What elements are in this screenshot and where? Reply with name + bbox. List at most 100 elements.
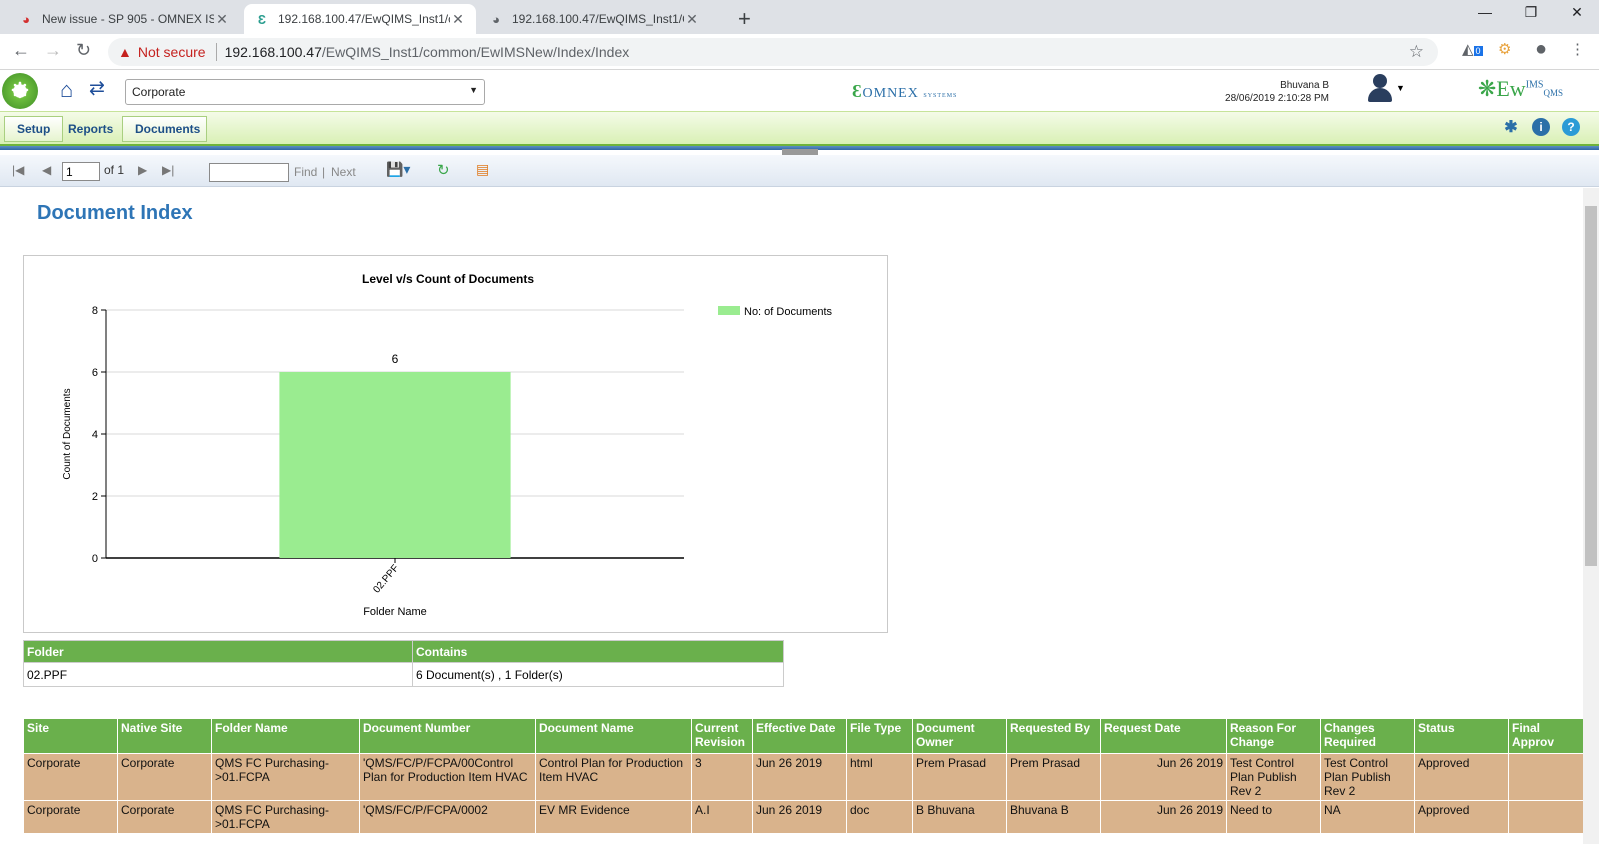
print-layout-icon[interactable]: ▤ bbox=[476, 161, 489, 178]
url-omnibox[interactable]: ▲ Not secure 192.168.100.47/EwQIMS_Inst1… bbox=[108, 38, 1438, 66]
column-header: Final Approv bbox=[1508, 718, 1583, 754]
browser-menu-icon[interactable]: ⋮ bbox=[1570, 40, 1585, 58]
column-header: Current Revision bbox=[691, 718, 753, 754]
help-icon[interactable]: ? bbox=[1562, 118, 1580, 136]
data-label: 6 bbox=[392, 352, 399, 366]
extension-icon[interactable]: ◭ 0 bbox=[1462, 40, 1483, 58]
table-cell: QMS FC Purchasing->01.FCPA bbox=[211, 800, 360, 834]
url-host: 192.168.100.47 bbox=[224, 44, 322, 60]
column-header: Changes Required bbox=[1320, 718, 1415, 754]
table-row: Corporate Corporate QMS FC Purchasing->01.… bbox=[23, 800, 1583, 834]
reload-icon[interactable]: ↻ bbox=[76, 40, 91, 61]
ewqims-logo-text: Ew bbox=[1496, 76, 1526, 101]
table-cell: Corporate bbox=[117, 800, 212, 834]
y-tick-label: 6 bbox=[92, 367, 98, 379]
browser-tab-third[interactable]: ◕ 192.168.100.47/EwQIMS_Inst1/Co ✕ bbox=[478, 4, 710, 34]
tab-title: New issue - SP 905 - OMNEX ISS bbox=[42, 12, 214, 26]
prev-page-icon[interactable]: ◀ bbox=[42, 163, 51, 177]
table-cell: Corporate bbox=[23, 753, 118, 801]
menu-documents[interactable]: Documents bbox=[122, 116, 207, 142]
user-menu-caret-icon[interactable]: ▼ bbox=[1396, 83, 1405, 93]
column-header: Request Date bbox=[1100, 718, 1227, 754]
url-path: /EwQIMS_Inst1/common/EwIMSNew/Index/Inde… bbox=[321, 44, 630, 60]
extension-chrome-icon[interactable]: ⚙ bbox=[1498, 40, 1511, 58]
table-body: Corporate Corporate QMS FC Purchasing->01.… bbox=[23, 753, 1583, 834]
table-cell: Jun 26 2019 bbox=[1100, 753, 1227, 801]
table-cell: Prem Prasad bbox=[912, 753, 1007, 801]
refresh-report-icon[interactable]: ↻ bbox=[437, 161, 450, 179]
table-cell: Jun 26 2019 bbox=[1100, 800, 1227, 834]
y-tick-label: 8 bbox=[92, 305, 98, 317]
table-cell: Prem Prasad bbox=[1006, 753, 1101, 801]
close-tab-icon[interactable]: ✕ bbox=[214, 11, 230, 28]
warning-icon: ▲ bbox=[118, 44, 132, 60]
table-cell: B Bhuvana bbox=[912, 800, 1007, 834]
table-cell: Corporate bbox=[23, 800, 118, 834]
page-number-input[interactable] bbox=[62, 162, 100, 181]
ewqims-logo-sup: IMS bbox=[1525, 79, 1544, 91]
x-axis-label: Folder Name bbox=[363, 606, 427, 618]
column-header: Effective Date bbox=[752, 718, 847, 754]
table-cell: Control Plan for Production Item HVAC bbox=[535, 753, 692, 801]
ewqims-icon: Ɛ bbox=[257, 11, 267, 27]
back-icon[interactable]: ← bbox=[12, 40, 30, 61]
info-icon[interactable]: i bbox=[1532, 118, 1550, 136]
column-header: Document Name bbox=[535, 718, 692, 754]
last-page-icon[interactable]: ▶| bbox=[162, 163, 174, 177]
y-tick-label: 2 bbox=[92, 491, 98, 503]
chart-title: Level v/s Count of Documents bbox=[362, 272, 534, 286]
table-cell bbox=[1508, 800, 1583, 834]
y-tick-label: 4 bbox=[92, 429, 98, 441]
table-cell: NA bbox=[1320, 800, 1415, 834]
table-cell bbox=[1508, 753, 1583, 801]
omnex-logo: ƐOMNEX SYSTEMS bbox=[852, 81, 957, 102]
legend-swatch bbox=[718, 306, 740, 315]
omnex-logo-text: OMNEX bbox=[862, 86, 919, 101]
export-icon[interactable]: 💾▾ bbox=[386, 161, 410, 178]
profile-icon[interactable]: ● bbox=[1535, 38, 1547, 61]
find-link[interactable]: Find bbox=[294, 165, 317, 179]
table-cell: A.I bbox=[691, 800, 753, 834]
menu-reports[interactable]: Reports bbox=[56, 116, 125, 142]
app-logo-icon[interactable]: ❋ bbox=[2, 73, 38, 109]
main-menu: Setup Reports Documents ✱ i ? bbox=[0, 111, 1599, 144]
forward-icon[interactable]: → bbox=[44, 40, 62, 61]
table-cell: Approved bbox=[1414, 753, 1509, 801]
site-dropdown[interactable]: Corporate ▼ bbox=[125, 79, 485, 105]
folder-header: Folder bbox=[23, 640, 413, 663]
avatar[interactable] bbox=[1366, 74, 1394, 104]
refresh-icon[interactable]: ⇄ bbox=[89, 77, 105, 100]
column-header: Site bbox=[23, 718, 118, 754]
report-content: Document Index Level v/s Count of Docume… bbox=[0, 188, 1583, 844]
scrollbar-thumb[interactable] bbox=[1585, 206, 1597, 566]
chart-container: Level v/s Count of Documents 0 2 4 6 8 6 02.PPF… bbox=[23, 255, 888, 633]
table-cell: Need to bbox=[1226, 800, 1321, 834]
close-window-icon[interactable]: ✕ bbox=[1554, 4, 1599, 21]
browser-tab-active[interactable]: Ɛ 192.168.100.47/EwQIMS_Inst1/co ✕ bbox=[244, 4, 476, 34]
security-label[interactable]: Not secure bbox=[138, 44, 206, 60]
table-row: Corporate Corporate QMS FC Purchasing->01.… bbox=[23, 753, 1583, 801]
find-input[interactable] bbox=[209, 163, 289, 182]
home-icon[interactable]: ⌂ bbox=[60, 77, 73, 103]
new-tab-icon[interactable]: + bbox=[738, 6, 751, 32]
chevron-down-icon: ▼ bbox=[469, 85, 478, 95]
next-link[interactable]: Next bbox=[331, 165, 356, 179]
table-cell: Test Control Plan Publish Rev 2 bbox=[1226, 753, 1321, 801]
pin-icon[interactable]: ✱ bbox=[1502, 118, 1520, 136]
address-bar: ← → ↻ ▲ Not secure 192.168.100.47/EwQIMS… bbox=[0, 34, 1599, 70]
first-page-icon[interactable]: |◀ bbox=[12, 163, 24, 177]
minimize-icon[interactable]: — bbox=[1462, 4, 1508, 20]
restore-icon[interactable]: ❐ bbox=[1508, 4, 1554, 21]
close-tab-icon[interactable]: ✕ bbox=[450, 11, 466, 28]
page-of-label: of 1 bbox=[104, 163, 125, 177]
browser-tab-issue[interactable]: ◕ New issue - SP 905 - OMNEX ISS ✕ bbox=[8, 4, 240, 34]
table-cell: Jun 26 2019 bbox=[752, 800, 847, 834]
close-tab-icon[interactable]: ✕ bbox=[684, 11, 700, 28]
table-cell: Corporate bbox=[117, 753, 212, 801]
next-page-icon[interactable]: ▶ bbox=[138, 163, 147, 177]
y-axis-label: Count of Documents bbox=[62, 388, 73, 479]
scrollbar[interactable] bbox=[1583, 188, 1599, 844]
bookmark-star-icon[interactable]: ☆ bbox=[1409, 42, 1424, 62]
menu-setup[interactable]: Setup bbox=[4, 116, 64, 142]
table-cell: EV MR Evidence bbox=[535, 800, 692, 834]
